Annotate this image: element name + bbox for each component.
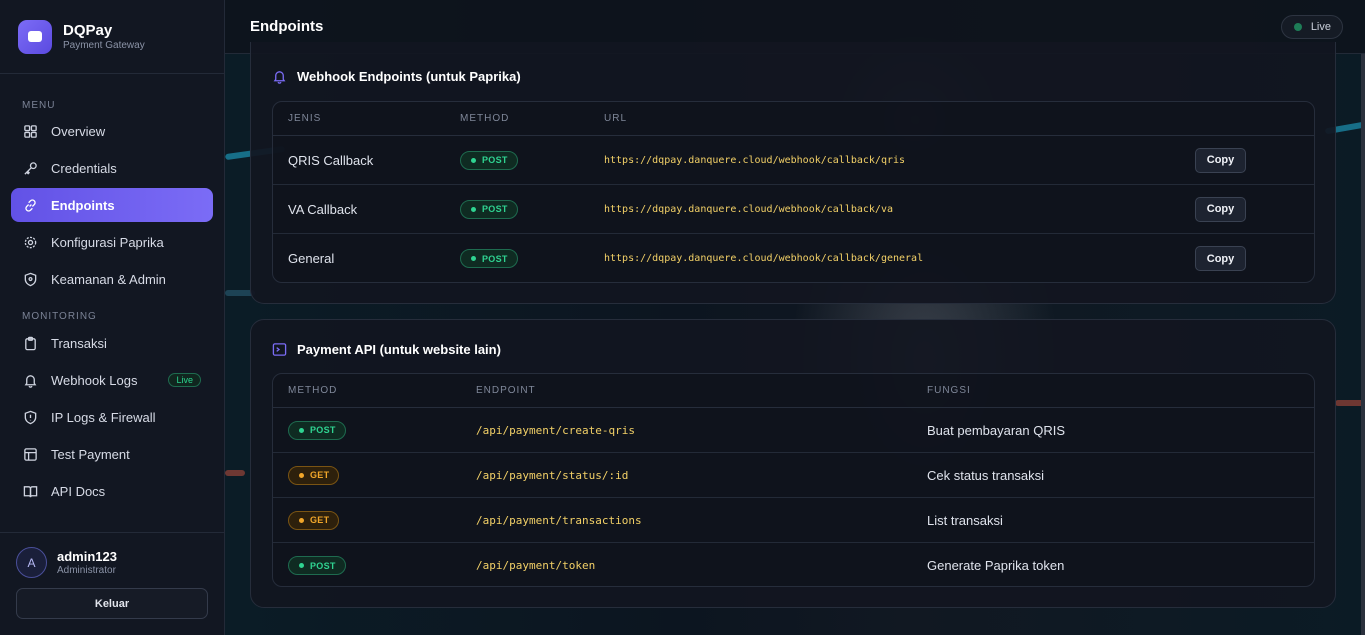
copy-button[interactable]: Copy: [1195, 196, 1246, 222]
shield-icon: [23, 272, 38, 287]
sidebar-item-label: API Docs: [51, 483, 106, 499]
bell-icon: [23, 373, 38, 388]
sidebar-item-label: Konfigurasi Paprika: [51, 234, 164, 250]
column-header: METHOD: [460, 113, 510, 124]
bell-icon: [272, 69, 287, 84]
column-header: URL: [604, 113, 628, 124]
brand-name: DQPay: [63, 22, 113, 39]
live-badge: Live: [168, 373, 201, 387]
sidebar-item-test-payment[interactable]: Test Payment: [11, 437, 213, 471]
table-row: General POST https://dqpay.danquere.clou…: [273, 234, 1314, 282]
method-badge: POST: [460, 150, 518, 170]
sidebar-item-label: Test Payment: [51, 446, 130, 462]
sidebar-item-label: Keamanan & Admin: [51, 271, 166, 287]
menu-nav: Overview Credentials Endpoints Konfigura…: [0, 114, 224, 296]
endpoint-cell: /api/payment/transactions: [476, 513, 642, 527]
user-name: admin123: [57, 549, 117, 564]
endpoint-cell: /api/payment/status/:id: [476, 468, 629, 482]
api-table: METHOD ENDPOINT FUNGSI POST /api/payment…: [272, 373, 1315, 587]
method-badge: POST: [288, 556, 346, 575]
url-cell: https://dqpay.danquere.cloud/webhook/cal…: [604, 253, 924, 264]
endpoint-cell: /api/payment/create-qris: [476, 423, 635, 437]
sidebar-item-api-docs[interactable]: API Docs: [11, 474, 213, 508]
url-cell: https://dqpay.danquere.cloud/webhook/cal…: [604, 154, 906, 166]
status-label: Live: [1310, 20, 1331, 33]
sidebar-item-label: Overview: [51, 123, 106, 139]
shield-alert-icon: [23, 410, 38, 425]
sidebar-item-overview[interactable]: Overview: [11, 114, 213, 148]
avatar: A: [16, 547, 47, 578]
book-icon: [23, 484, 38, 499]
webhook-table: JENIS METHOD URL QRIS Callback POST http…: [272, 101, 1315, 283]
monitoring-section-label: MONITORING: [22, 311, 97, 322]
sidebar-item-label: Webhook Logs: [51, 372, 138, 388]
fungsi-cell: Generate Paprika token: [927, 558, 1065, 573]
url-cell: https://dqpay.danquere.cloud/webhook/cal…: [604, 203, 893, 215]
key-icon: [23, 161, 38, 176]
user-panel: A admin123 Administrator Keluar: [0, 532, 224, 635]
page-title: Endpoints: [250, 18, 324, 35]
table-header: JENIS METHOD URL: [273, 102, 1314, 136]
fungsi-cell: Buat pembayaran QRIS: [927, 422, 1066, 438]
column-header: JENIS: [288, 113, 322, 124]
copy-button[interactable]: Copy: [1195, 147, 1246, 173]
sidebar-item-transaksi[interactable]: Transaksi: [11, 326, 213, 360]
terminal-icon: [272, 342, 287, 357]
monitoring-nav: Transaksi Webhook Logs Live IP Logs & Fi…: [0, 326, 224, 508]
sidebar-item-label: IP Logs & Firewall: [51, 409, 156, 425]
copy-button[interactable]: Copy: [1195, 246, 1246, 271]
sidebar-item-webhook-logs[interactable]: Webhook Logs Live: [11, 363, 213, 397]
table-row: GET /api/payment/transactions List trans…: [273, 498, 1314, 543]
method-badge: GET: [288, 465, 340, 485]
gear-icon: [23, 235, 38, 250]
method-badge: GET: [288, 510, 340, 530]
table-header: METHOD ENDPOINT FUNGSI: [273, 374, 1314, 408]
table-row: POST /api/payment/token Generate Paprika…: [273, 543, 1314, 586]
sidebar-item-konfigurasi-paprika[interactable]: Konfigurasi Paprika: [11, 225, 213, 259]
sidebar-item-credentials[interactable]: Credentials: [11, 151, 213, 185]
sidebar-item-keamanan-admin[interactable]: Keamanan & Admin: [11, 262, 213, 296]
endpoint-cell: /api/payment/token: [476, 559, 596, 572]
brand-subtitle: Payment Gateway: [63, 40, 145, 51]
jenis-cell: VA Callback: [288, 201, 358, 217]
link-icon: [23, 198, 38, 213]
column-header: ENDPOINT: [476, 385, 536, 396]
status-dot-icon: [1293, 22, 1302, 31]
webhook-endpoints-card: Webhook Endpoints (untuk Paprika) JENIS …: [250, 42, 1336, 304]
fungsi-cell: List transaksi: [927, 512, 1003, 528]
table-row: VA Callback POST https://dqpay.danquere.…: [273, 185, 1314, 234]
layout-icon: [23, 447, 38, 462]
logout-button[interactable]: Keluar: [16, 588, 208, 619]
table-row: QRIS Callback POST https://dqpay.danquer…: [273, 136, 1314, 185]
method-badge: POST: [288, 420, 346, 440]
payment-api-card: Payment API (untuk website lain) METHOD …: [250, 319, 1336, 608]
jenis-cell: QRIS Callback: [288, 152, 374, 168]
sidebar-item-label: Endpoints: [51, 197, 115, 213]
logo-icon: [18, 19, 52, 54]
sidebar-item-label: Transaksi: [51, 335, 107, 351]
jenis-cell: General: [288, 251, 335, 266]
status-badge: Live: [1280, 14, 1343, 39]
scrollbar[interactable]: [1361, 54, 1365, 635]
user-role: Administrator: [57, 565, 116, 576]
grid-icon: [23, 124, 38, 139]
column-header: FUNGSI: [927, 385, 971, 396]
method-badge: POST: [460, 249, 518, 268]
table-row: GET /api/payment/status/:id Cek status t…: [273, 453, 1314, 498]
clipboard-icon: [23, 336, 38, 351]
menu-section-label: MENU: [22, 100, 56, 111]
brand: DQPay Payment Gateway: [0, 0, 224, 74]
method-badge: POST: [460, 199, 518, 219]
sidebar: DQPay Payment Gateway MENU Overview Cred…: [0, 0, 225, 635]
sidebar-item-label: Credentials: [51, 160, 117, 176]
fungsi-cell: Cek status transaksi: [927, 467, 1045, 483]
sidebar-item-endpoints[interactable]: Endpoints: [11, 188, 213, 222]
sidebar-item-ip-logs-firewall[interactable]: IP Logs & Firewall: [11, 400, 213, 434]
table-row: POST /api/payment/create-qris Buat pemba…: [273, 408, 1314, 453]
column-header: METHOD: [288, 385, 338, 396]
